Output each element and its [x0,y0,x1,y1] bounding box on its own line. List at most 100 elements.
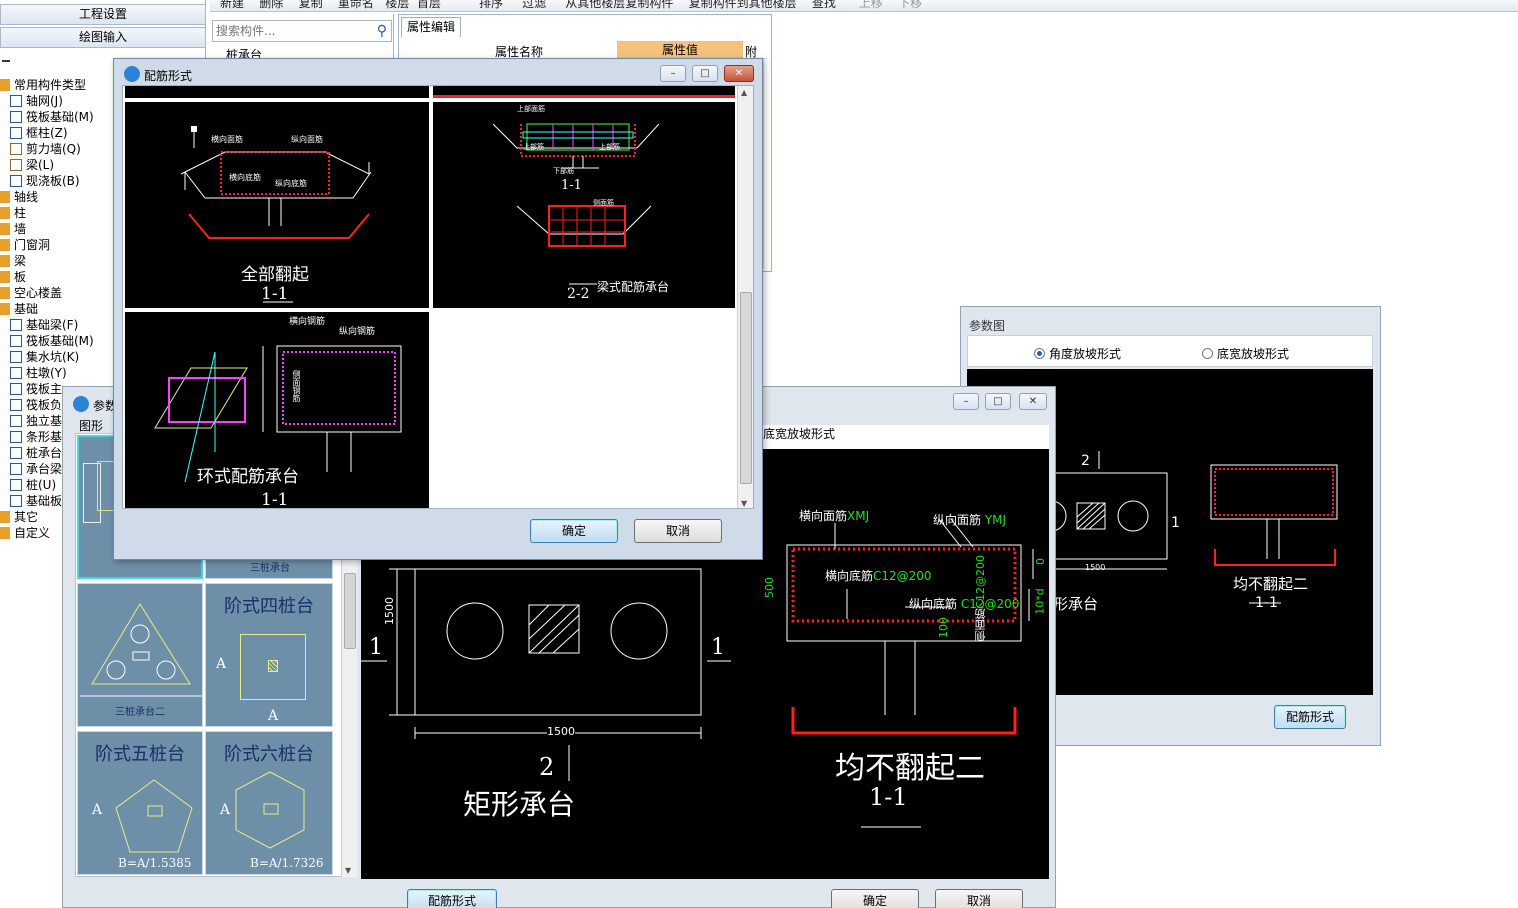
search-input[interactable] [213,21,363,41]
folder-icon [0,511,10,523]
tree-item[interactable]: 基础梁(F) [10,317,78,333]
tree-item[interactable]: 板 [0,269,26,285]
ok-button[interactable]: 确定 [530,519,618,543]
rename-button[interactable]: 重命名 [338,0,374,10]
component-icon [10,383,22,395]
sort-button[interactable]: 排序 [479,0,503,10]
component-icon [10,95,22,107]
component-icon [10,495,22,507]
delete-button[interactable]: 删除 [259,0,283,10]
radio-angle-slope[interactable]: 角度放坡形式 [1034,345,1121,362]
tree-item[interactable]: 常用构件类型 [0,77,86,93]
filter-button[interactable]: 过滤 [522,0,546,10]
tree-item[interactable]: 桩承台 [10,445,62,461]
copy-button[interactable]: 复制 [299,0,323,10]
tree-item[interactable]: 门窗洞 [0,237,50,253]
ok-button[interactable]: 确定 [831,889,919,908]
label-bot-v: 纵向底筋 C12@200 [909,597,1020,611]
tree-item[interactable]: 筏板基础(M) [10,109,94,125]
component-icon [10,335,22,347]
dialog-app-icon [73,396,89,412]
tree-item[interactable]: 框柱(Z) [10,125,68,141]
new-button[interactable]: 新建 [220,0,244,10]
right-caption-left: 形承台 [1053,595,1099,613]
radio-bottom-slope[interactable]: 底宽放坡形式 [763,425,1049,449]
tree-item[interactable]: 筏板基础(M) [10,333,94,349]
search-icon[interactable]: ⚲ [377,23,387,39]
dim-10d: 10*d [1033,588,1047,615]
engineering-setup-button[interactable]: 工程设置 [0,4,206,25]
tree-item[interactable]: 轴网(J) [10,93,63,109]
scroll-thumb[interactable] [740,292,752,484]
tree-item[interactable]: 基础 [0,301,38,317]
scroll-up-icon[interactable]: ▲ [741,88,747,97]
scroll-down-icon[interactable]: ▼ [741,499,747,508]
tree-item[interactable]: 桩(U) [10,477,56,493]
scroll-down-icon[interactable]: ▼ [345,866,351,875]
props-grid-line [763,59,764,269]
option-all-bent-up[interactable]: 横向面筋 纵向面筋 横向底筋 纵向底筋 全部翻起 1-1 [125,102,429,308]
cancel-button[interactable]: 取消 [634,519,722,543]
tree-item[interactable]: 其它 [0,509,38,525]
tree-item[interactable]: 独立基 [10,413,62,429]
tree-item[interactable]: 条形基 [10,429,62,445]
prev-row-left [125,86,429,98]
tree-item[interactable]: 轴线 [0,189,38,205]
tree-item[interactable]: 柱 [0,205,26,221]
minimize-button[interactable]: – [660,65,686,82]
component-icon [10,127,22,139]
section-label-a: 1-1 [561,178,582,193]
cancel-button[interactable]: 取消 [935,889,1023,908]
minimize-button[interactable]: – [953,393,979,410]
rebar-form-button[interactable]: 配筋形式 [1274,705,1346,729]
drawing-input-button[interactable]: 绘图输入 [0,27,206,48]
radio-selected-icon [1034,348,1045,359]
tree-item[interactable]: 集水坑(K) [10,349,79,365]
thumb-stepped-four-pile[interactable]: 阶式四桩台 A A [205,583,333,727]
rebar-scrollbar[interactable]: ▲ ▼ [737,86,753,508]
section-label-b: 2-2 [567,286,590,302]
maximize-button[interactable]: □ [692,65,718,82]
tree-item[interactable]: 梁 [0,253,26,269]
tree-item[interactable]: 剪力墙(Q) [10,141,81,157]
folder-icon [0,239,10,251]
copy-from-floor-button[interactable]: 从其他楼层复制构件 [565,0,673,10]
component-icon [10,159,22,171]
folder-icon [0,191,10,203]
close-button[interactable]: ✕ [724,65,754,82]
tree-item[interactable]: 筏板主 [10,381,62,397]
tree-item[interactable]: 自定义 [0,525,50,541]
label-top-h: 横向面筋XMJ [799,509,870,523]
tree-item-label: 梁(L) [26,158,55,172]
tree-item[interactable]: 筏板负 [10,397,62,413]
thumb-stepped-five-pile[interactable]: 阶式五桩台 A B=A/1.5385 [77,731,203,875]
tree-item[interactable]: 空心楼盖 [0,285,62,301]
find-button[interactable]: 查找 [812,0,836,10]
move-up-button[interactable]: 上移 [859,0,883,10]
radio-bottom-slope[interactable]: 底宽放坡形式 [1202,345,1289,362]
thumb-stepped-six-pile[interactable]: 阶式六桩台 A B=A/1.7326 [205,731,333,875]
thumb-three-pile-two[interactable]: 三桩承台二 [77,583,203,727]
tree-item[interactable]: 基础板 [10,493,62,509]
option-beam-type[interactable]: 上部面筋 上部筋 上部筋 下部筋 侧面筋 1-1 2-2 梁式配筋承台 [433,102,735,308]
tree-item-label: 自定义 [14,526,51,540]
folder-icon [0,255,10,267]
tab-property-edit[interactable]: 属性编辑 [401,17,461,37]
plan-section-1-right: 1 [711,635,725,660]
close-button[interactable]: ✕ [1019,393,1047,410]
radio-empty-icon [1202,348,1213,359]
rebar-form-button[interactable]: 配筋形式 [407,889,497,908]
maximize-button[interactable]: □ [985,393,1011,410]
floor-select[interactable]: 首层 [417,0,441,10]
plan-caption: 矩形承台 [463,788,576,821]
move-down-button[interactable]: 下移 [898,0,922,10]
tree-item[interactable]: 梁(L) [10,157,54,173]
tree-item[interactable]: 墙 [0,221,26,237]
tab-shape[interactable]: 图形 [79,417,103,434]
tree-item-label: 基础板 [26,494,63,508]
option-ring-type[interactable]: 横向钢筋 纵向钢筋 侧面钢筋 环式配筋承台 1-1 [125,312,429,508]
tree-item[interactable]: 现浇板(B) [10,173,80,189]
tree-item[interactable]: 承台梁 [10,461,62,477]
tree-item[interactable]: 柱墩(Y) [10,365,67,381]
copy-to-floor-button[interactable]: 复制构件到其他楼层 [689,0,797,10]
